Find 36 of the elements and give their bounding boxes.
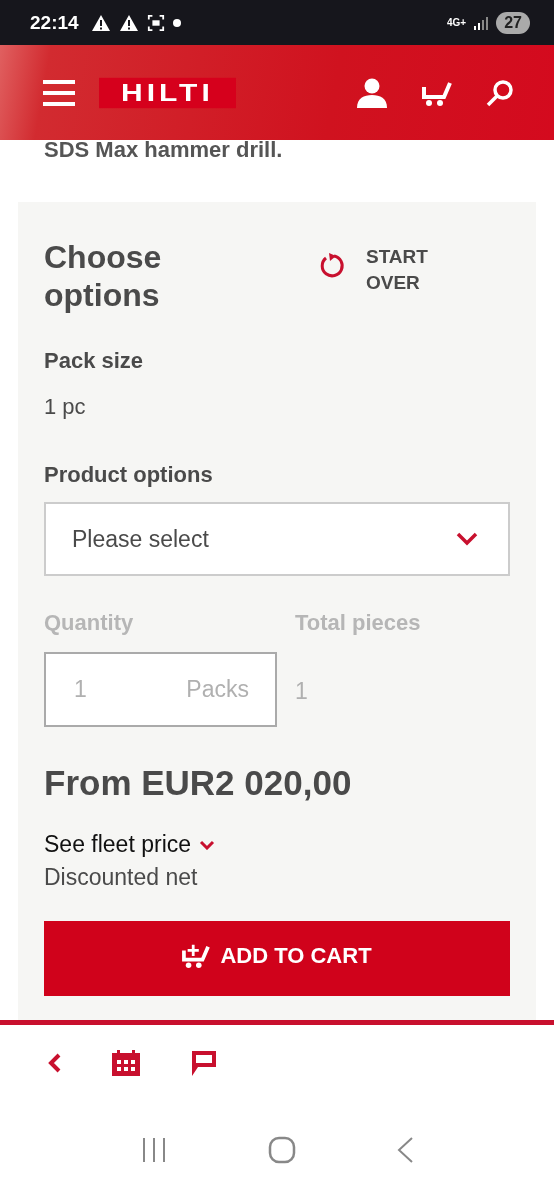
discount-note: Discounted net xyxy=(44,864,199,891)
user-icon[interactable] xyxy=(356,77,388,108)
intro-text: SDS Max hammer drill. xyxy=(43,140,284,162)
back-nav-icon[interactable] xyxy=(396,1136,414,1164)
total-pieces-value: 1 xyxy=(295,678,309,705)
field-label: Product options xyxy=(44,462,214,488)
start-over-button[interactable]: START OVER xyxy=(318,238,510,314)
pack-size-value: 1 pc xyxy=(44,394,87,420)
dot-icon xyxy=(172,18,181,27)
screenshot-icon xyxy=(146,13,165,32)
field-label: Quantity xyxy=(44,610,135,636)
menu-icon[interactable] xyxy=(43,79,75,106)
field-label: Total pieces xyxy=(295,610,421,636)
back-icon[interactable] xyxy=(48,1052,62,1073)
panel-title: Choose options xyxy=(44,238,163,314)
cart-add-icon xyxy=(182,943,211,969)
price-text: From EUR2 020,00 xyxy=(44,763,353,803)
calendar-icon[interactable] xyxy=(112,1049,140,1076)
home-icon[interactable] xyxy=(268,1136,296,1164)
warning-icon xyxy=(118,13,139,32)
warning-icon xyxy=(90,13,111,32)
status-time: 22:14 xyxy=(30,11,79,34)
fleet-price-link[interactable]: See fleet price xyxy=(44,831,216,858)
reset-icon xyxy=(318,252,346,280)
recent-apps-icon[interactable] xyxy=(140,1137,168,1163)
search-icon[interactable] xyxy=(486,78,514,107)
brand-logo[interactable]: HILTI xyxy=(99,77,236,108)
network-label: 4G+ xyxy=(447,17,467,28)
chevron-icon xyxy=(199,839,216,850)
chat-icon[interactable] xyxy=(190,1048,218,1077)
chevron-down-icon xyxy=(456,532,478,546)
product-options-dropdown[interactable]: Please select xyxy=(44,502,510,576)
signal-icon xyxy=(474,15,489,30)
battery-indicator: 27 xyxy=(496,11,530,34)
add-to-cart-button[interactable]: ADD TO CART xyxy=(44,921,510,996)
field-label: Pack size xyxy=(44,348,145,374)
